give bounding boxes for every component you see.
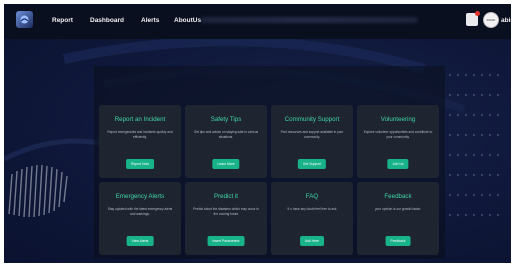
card-description: Find resources and support available in … xyxy=(280,130,344,139)
blurred-region xyxy=(200,17,418,23)
card-safety-tips: Safety Tips Get tips and advice on stayi… xyxy=(185,105,267,178)
card-emergency-alerts: Emergency Alerts Stay updated with the l… xyxy=(99,182,181,255)
nav-link-aboutus[interactable]: AboutUs xyxy=(174,17,201,24)
nav-link-alerts[interactable]: Alerts xyxy=(141,17,159,24)
nav-link-dashboard[interactable]: Dashboard xyxy=(90,17,124,24)
card-title: Report an Incident xyxy=(114,116,166,123)
join-us-button[interactable]: Join Us xyxy=(387,159,409,169)
avatar-text: ROAD xyxy=(486,18,496,22)
insert-parameters-button[interactable]: Insert Parameters xyxy=(207,236,245,246)
ask-here-button[interactable]: Ask Here xyxy=(300,236,324,246)
card-volunteering: Volunteering Explore volunteer opportuni… xyxy=(357,105,439,178)
user-name[interactable]: abin xyxy=(501,17,511,24)
card-faq: FAQ If u have any doubt feel free to ask… xyxy=(271,182,353,255)
card-predict-it: Predict it Predict about the disasters w… xyxy=(185,182,267,255)
card-feedback: Feedback your opinion is our growth fact… xyxy=(357,182,439,255)
card-description: If u have any doubt feel free to ask xyxy=(287,207,337,211)
notification-icon[interactable] xyxy=(466,11,480,26)
app-window: Report Dashboard Alerts AboutUs ROAD abi… xyxy=(4,4,511,263)
card-report-incident: Report an Incident Report emergencies an… xyxy=(99,105,181,178)
card-title: Emergency Alerts xyxy=(115,193,165,200)
view-alerts-button[interactable]: View Alerts xyxy=(126,236,154,246)
learn-more-button[interactable]: Learn More xyxy=(212,159,240,169)
card-title: FAQ xyxy=(305,193,319,200)
card-description: Get tips and advice on staying safe in v… xyxy=(193,130,259,139)
app-logo-icon[interactable] xyxy=(16,11,33,28)
card-title: Feedback xyxy=(384,193,412,200)
card-description: Stay updated with the latest emergency a… xyxy=(107,207,173,216)
card-description: Predict about the disasters which may oc… xyxy=(193,207,259,216)
card-description: Explore volunteer opportunities and cont… xyxy=(363,130,433,139)
avatar[interactable]: ROAD xyxy=(483,12,499,28)
report-now-button[interactable]: Report Now xyxy=(126,159,154,169)
card-title: Volunteering xyxy=(380,116,416,123)
feedback-button[interactable]: Feedback xyxy=(385,236,411,246)
card-title: Predict it xyxy=(213,193,239,200)
card-title: Community Support xyxy=(284,116,340,123)
card-title: Safety Tips xyxy=(210,116,242,123)
card-description: Report emergencies and incidents quickly… xyxy=(107,130,173,139)
nav-link-report[interactable]: Report xyxy=(52,17,73,24)
card-community-support: Community Support Find resources and sup… xyxy=(271,105,353,178)
navbar: Report Dashboard Alerts AboutUs ROAD abi… xyxy=(4,4,511,39)
get-support-button[interactable]: Get Support xyxy=(297,159,327,169)
card-description: your opinion is our growth factor. xyxy=(374,207,422,211)
